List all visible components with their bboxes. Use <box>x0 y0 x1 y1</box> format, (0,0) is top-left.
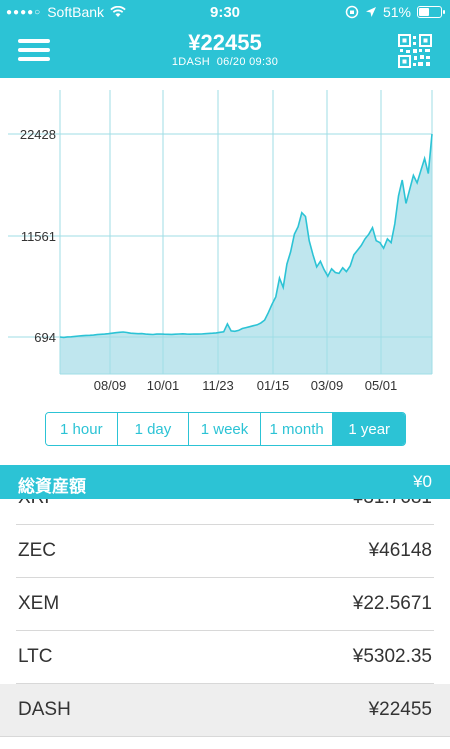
coin-row-dash[interactable]: DASH ¥22455 <box>0 684 450 737</box>
coin-row-zec[interactable]: ZEC ¥46148 <box>16 525 434 578</box>
coin-row-xem[interactable]: XEM ¥22.5671 <box>16 578 434 631</box>
x-tick-label: 08/09 <box>94 378 127 393</box>
x-tick-label: 11/23 <box>202 378 234 393</box>
range-tab-1-month[interactable]: 1 month <box>260 413 334 445</box>
qr-code-icon[interactable] <box>398 34 432 68</box>
y-tick-label: 694 <box>34 330 56 345</box>
coin-symbol: XEM <box>18 593 60 614</box>
battery-fill <box>419 8 429 16</box>
price-chart[interactable]: 22428 11561 694 08/09 10/01 11/23 01/15 03/09 05… <box>0 78 450 408</box>
x-tick-label: 03/09 <box>311 378 344 393</box>
x-tick-label: 10/01 <box>147 378 180 393</box>
coin-symbol: ZEC <box>18 540 56 561</box>
coin-price: ¥22455 <box>368 699 432 720</box>
coin-price: ¥5302.35 <box>352 646 432 667</box>
chart-area-fill <box>60 134 432 374</box>
currency-pair: 1DASH <box>171 56 211 68</box>
range-tab-1-week[interactable]: 1 week <box>189 413 261 445</box>
coin-symbol: LTC <box>18 646 53 667</box>
y-tick-label: 11561 <box>21 229 56 244</box>
range-tab-1-year[interactable]: 1 year <box>333 413 405 445</box>
price-timestamp: 06/20 09:30 <box>216 56 279 68</box>
coin-row-xrp[interactable]: XRP ¥31.7681 <box>16 499 434 525</box>
range-tab-1-hour[interactable]: 1 hour <box>46 413 118 445</box>
status-right: 51% <box>345 4 445 20</box>
coin-row-ltc[interactable]: LTC ¥5302.35 <box>16 631 434 684</box>
battery-icon <box>417 6 445 18</box>
battery-percent: 51% <box>382 4 411 20</box>
coin-list[interactable]: XRP ¥31.7681 ZEC ¥46148 XEM ¥22.5671 LTC… <box>0 499 450 749</box>
coin-symbol: DASH <box>18 699 71 720</box>
location-arrow-icon <box>365 7 376 17</box>
orientation-lock-icon <box>345 5 359 19</box>
coin-symbol: XRP <box>18 499 57 509</box>
range-tab-1-day[interactable]: 1 day <box>117 413 190 445</box>
coin-list-content: XRP ¥31.7681 ZEC ¥46148 XEM ¥22.5671 LTC… <box>0 499 450 737</box>
coin-price: ¥22.5671 <box>352 593 432 614</box>
price-subtitle: 1DASH 06/20 09:30 <box>0 56 450 68</box>
total-assets-label: 総資産額 <box>18 477 86 496</box>
coin-price: ¥31.7681 <box>353 499 432 509</box>
current-price: ¥22455 <box>188 30 262 55</box>
price-chart-svg: 22428 11561 694 08/09 10/01 11/23 01/15 03/09 05… <box>8 90 433 393</box>
total-assets-value: ¥0 <box>413 472 432 491</box>
y-tick-label: 22428 <box>20 127 56 142</box>
header: ¥22455 1DASH 06/20 09:30 <box>0 24 450 78</box>
coin-price: ¥46148 <box>368 540 432 561</box>
x-tick-label: 01/15 <box>257 378 290 393</box>
range-selector: 1 hour 1 day 1 week 1 month 1 year <box>45 412 406 446</box>
x-tick-label: 05/01 <box>365 378 398 393</box>
total-assets-bar: 総資産額 ¥0 <box>0 465 450 499</box>
status-bar: ●●●●○ SoftBank 9:30 51% <box>0 0 450 24</box>
